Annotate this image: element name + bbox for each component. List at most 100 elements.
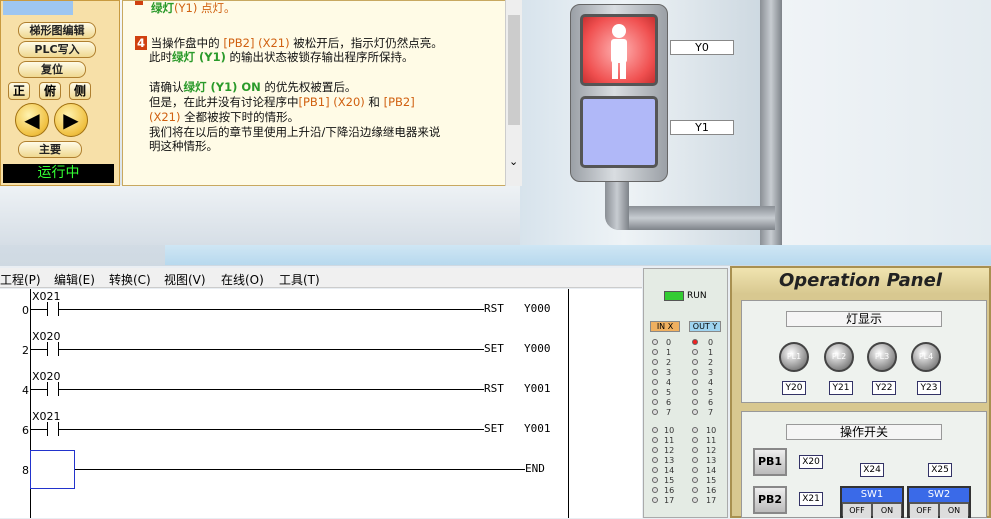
ladder-rung[interactable]: 2 X020 SET Y000 xyxy=(0,329,642,369)
top-view-button[interactable]: 俯 xyxy=(39,82,61,100)
text-line: 被松开后，指示灯仍然点亮。 xyxy=(289,36,443,50)
output-led xyxy=(692,339,698,345)
ladder-rung[interactable]: 0 X021 RST Y000 xyxy=(0,289,642,329)
instruction-device: Y001 xyxy=(524,422,551,435)
output-led xyxy=(692,369,698,375)
step-number: 0 xyxy=(22,304,29,317)
lamp-output-label: Y20 xyxy=(782,381,806,395)
pb2-button[interactable]: PB2 xyxy=(753,486,787,514)
sw1-on-button[interactable]: ON xyxy=(873,504,901,518)
menu-edit[interactable]: 编辑(E) xyxy=(54,271,95,288)
ladder-rung[interactable]: 6 X021 SET Y001 xyxy=(0,409,642,449)
side-view-button[interactable]: 侧 xyxy=(69,82,91,100)
text-pb1: [PB1] (X20) xyxy=(298,95,365,109)
instruction-mnemonic: RST xyxy=(484,302,504,315)
text-green-light: 绿灯 (Y1) ON xyxy=(183,80,261,94)
ladder-edit-button[interactable]: 梯形图编辑 xyxy=(18,22,96,39)
input-led xyxy=(652,437,658,443)
ladder-rung-end[interactable]: 8 END xyxy=(0,449,642,489)
scene-wall-right xyxy=(778,0,991,245)
rung-wire xyxy=(31,429,47,430)
input-led xyxy=(652,427,658,433)
front-view-button[interactable]: 正 xyxy=(8,82,30,100)
output-led xyxy=(692,477,698,483)
lamp-pl2: PL2 xyxy=(824,342,854,372)
output-led xyxy=(692,487,698,493)
input-led xyxy=(652,457,658,463)
rung-wire xyxy=(31,389,47,390)
scene-floor xyxy=(165,245,991,265)
run-label: RUN xyxy=(687,291,707,301)
sw2-switch[interactable]: SW2 OFF ON xyxy=(907,486,971,518)
input-led xyxy=(652,487,658,493)
output-led xyxy=(692,497,698,503)
rung-wire xyxy=(59,389,484,390)
instruction-mnemonic: SET xyxy=(484,342,504,355)
signal-arm xyxy=(605,206,775,230)
io-number: 5 xyxy=(708,388,714,397)
sw2-on-button[interactable]: ON xyxy=(940,504,968,518)
input-led xyxy=(652,339,658,345)
sw1-switch[interactable]: SW1 OFF ON xyxy=(840,486,904,518)
instruction-mnemonic: END xyxy=(525,462,545,475)
output-led xyxy=(692,437,698,443)
text-line: 和 xyxy=(364,95,384,109)
rung-wire xyxy=(59,349,484,350)
menu-project[interactable]: 工程(P) xyxy=(0,271,41,288)
text-line: 全都被按下时的情形。 xyxy=(180,110,300,124)
menu-online[interactable]: 在线(O) xyxy=(221,271,264,288)
io-number: 3 xyxy=(708,368,714,377)
io-number: 15 xyxy=(706,476,717,485)
instruction-text-panel: 绿灯(Y1) 点灯。 4 当操作盘中的 [PB2] (X21) 被松开后，指示灯… xyxy=(122,0,522,186)
menu-view[interactable]: 视图(V) xyxy=(164,271,206,288)
sw1-input-label: X24 xyxy=(860,463,884,477)
ladder-cursor[interactable] xyxy=(30,450,75,489)
lamp-display-title: 灯显示 xyxy=(786,311,942,327)
input-header: IN X xyxy=(650,321,680,332)
text-line: 此时 xyxy=(149,50,172,64)
lamp-pl4: PL4 xyxy=(911,342,941,372)
contact-symbol xyxy=(47,422,59,436)
io-number: 1 xyxy=(708,348,714,357)
pb1-input-label: X20 xyxy=(799,455,823,469)
io-number: 13 xyxy=(706,456,717,465)
pb1-button[interactable]: PB1 xyxy=(753,448,787,476)
io-number: 4 xyxy=(666,378,672,387)
text-scrollbar[interactable]: ⌄ xyxy=(505,0,522,186)
io-number: 7 xyxy=(708,408,714,417)
input-led xyxy=(652,497,658,503)
io-number: 10 xyxy=(706,426,717,435)
step-number: 4 xyxy=(135,36,148,50)
plc-write-button[interactable]: PLC写入 xyxy=(18,41,96,58)
input-led xyxy=(652,349,658,355)
io-number: 17 xyxy=(706,496,717,505)
ladder-rung[interactable]: 4 X020 RST Y001 xyxy=(0,369,642,409)
io-number: 6 xyxy=(666,398,672,407)
input-led xyxy=(652,447,658,453)
sw1-off-button[interactable]: OFF xyxy=(843,504,871,518)
bullet-marker xyxy=(135,1,143,5)
scroll-down-icon[interactable]: ⌄ xyxy=(509,155,518,168)
lamp-output-label: Y22 xyxy=(872,381,896,395)
left-control-panel: 梯形图编辑 PLC写入 复位 正 俯 侧 ◀ ▶ 主要 运行中 xyxy=(0,0,120,186)
next-arrow-icon[interactable]: ▶ xyxy=(54,103,88,137)
menu-convert[interactable]: 转换(C) xyxy=(109,271,151,288)
menu-tools[interactable]: 工具(T) xyxy=(279,271,320,288)
text-green-light: 绿灯 xyxy=(151,1,174,15)
text-line: 的优先权被置后。 xyxy=(260,80,357,94)
output-led xyxy=(692,467,698,473)
contact-symbol xyxy=(47,302,59,316)
io-number: 14 xyxy=(664,466,675,475)
io-number: 11 xyxy=(664,436,675,445)
text-line: 当操作盘中的 xyxy=(150,36,224,50)
instruction-device: Y001 xyxy=(524,382,551,395)
sw2-off-button[interactable]: OFF xyxy=(910,504,938,518)
io-number: 14 xyxy=(706,466,717,475)
scroll-thumb[interactable] xyxy=(508,15,520,125)
io-number: 17 xyxy=(664,496,675,505)
output-header: OUT Y xyxy=(689,321,721,332)
prev-arrow-icon[interactable]: ◀ xyxy=(15,103,49,137)
reset-button[interactable]: 复位 xyxy=(18,61,86,78)
main-button[interactable]: 主要 xyxy=(18,141,82,158)
io-number: 11 xyxy=(706,436,717,445)
